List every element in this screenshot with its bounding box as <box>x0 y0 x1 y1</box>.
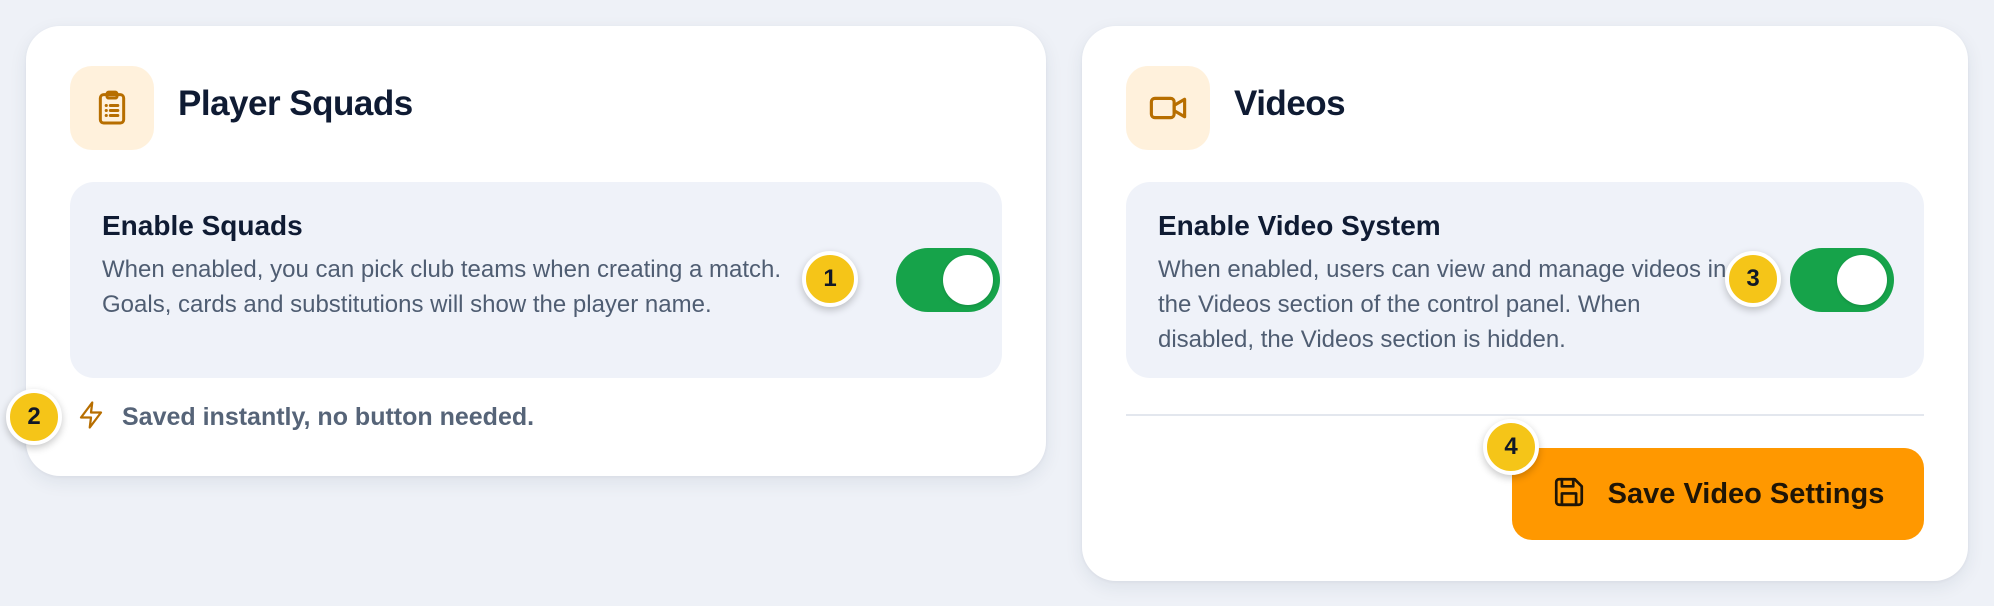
enable-squads-setting: Enable Squads When enabled, you can pick… <box>70 182 1002 378</box>
video-camera-icon <box>1126 66 1210 150</box>
enable-video-system-toggle[interactable] <box>1790 248 1894 312</box>
save-button-label: Save Video Settings <box>1607 477 1885 510</box>
step-badge-3: 3 <box>1725 251 1781 307</box>
floppy-disk-icon <box>1552 475 1586 514</box>
setting-description: When enabled, users can view and manage … <box>1158 256 1727 353</box>
save-video-settings-button[interactable]: Save Video Settings <box>1512 448 1924 540</box>
step-badge-2: 2 <box>6 389 62 445</box>
toggle-knob <box>943 255 993 305</box>
saved-instantly-note: Saved instantly, no button needed. <box>76 400 534 435</box>
card-title: Videos <box>1234 84 1346 123</box>
card-title: Player Squads <box>178 84 413 123</box>
toggle-knob <box>1837 255 1887 305</box>
player-squads-card: Player Squads Enable Squads When enabled… <box>26 26 1046 476</box>
step-badge-4: 4 <box>1483 419 1539 475</box>
lightning-icon <box>76 400 106 435</box>
step-badge-1: 1 <box>802 251 858 307</box>
setting-title: Enable Video System <box>1158 210 1441 241</box>
videos-card: Videos Enable Video System When enabled,… <box>1082 26 1968 581</box>
clipboard-list-icon <box>70 66 154 150</box>
setting-description: When enabled, you can pick club teams wh… <box>102 256 782 318</box>
enable-squads-toggle[interactable] <box>896 248 1000 312</box>
setting-title: Enable Squads <box>102 210 303 241</box>
saved-note-text: Saved instantly, no button needed. <box>122 403 535 431</box>
divider <box>1126 414 1924 416</box>
enable-video-system-setting: Enable Video System When enabled, users … <box>1126 182 1924 378</box>
